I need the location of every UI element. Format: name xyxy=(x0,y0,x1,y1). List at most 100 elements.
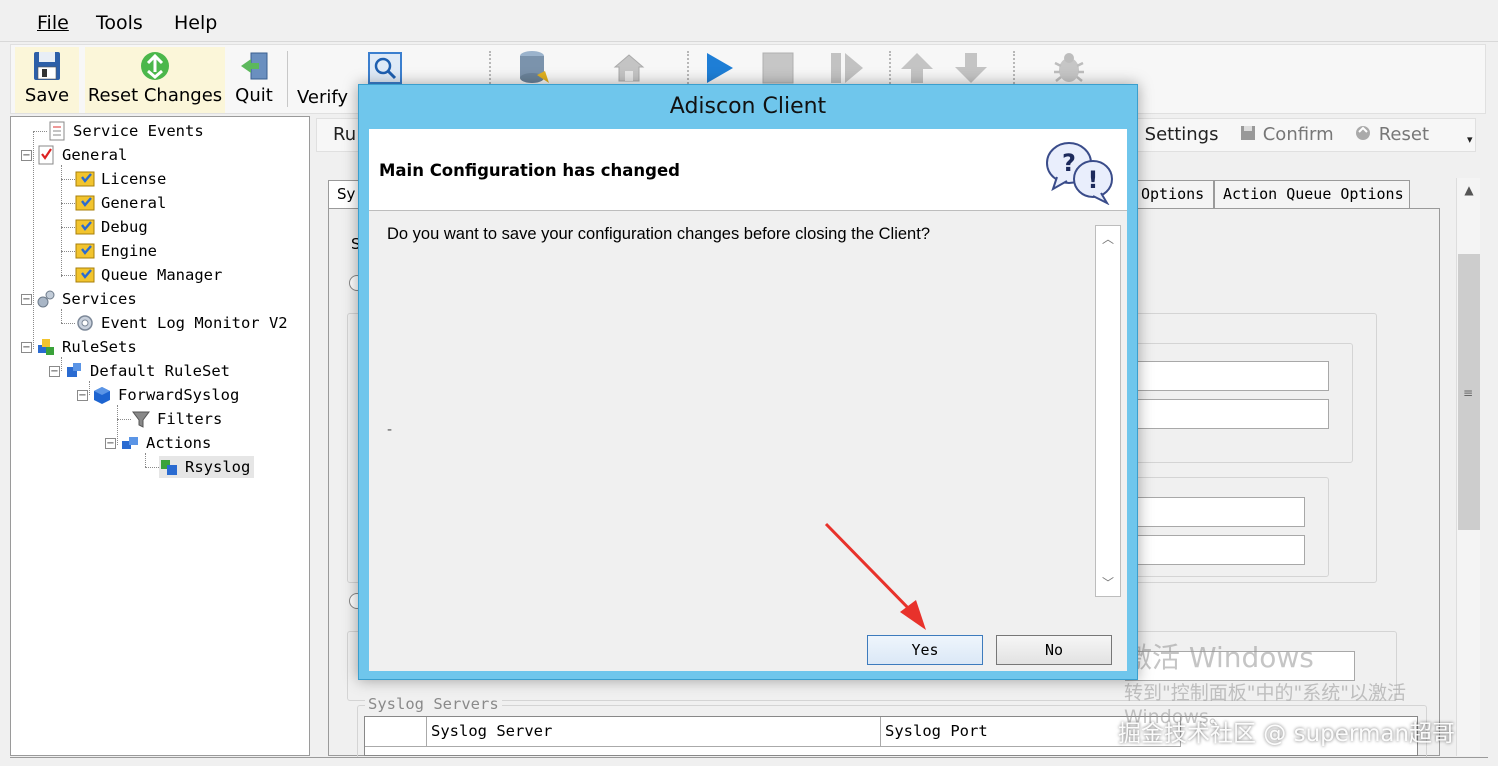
scroll-up-icon[interactable]: ▲ xyxy=(1457,178,1481,202)
credit-watermark: 掘金技术社区 @ superman超哥 xyxy=(1118,721,1456,747)
setting-input-4[interactable] xyxy=(1135,535,1305,565)
tree-item-label: License xyxy=(101,170,167,188)
tree-item-queue-manager[interactable]: Queue Manager xyxy=(75,264,222,286)
tree-item-label: General xyxy=(62,146,128,164)
tree-item-license[interactable]: License xyxy=(75,168,166,190)
save-button[interactable]: Save xyxy=(15,47,79,113)
tree-item-general-group[interactable]: − General xyxy=(21,144,127,166)
tree-item-service-events[interactable]: Service Events xyxy=(47,120,204,142)
tree-item-label: Queue Manager xyxy=(101,266,223,284)
save-changes-dialog: Adiscon Client Main Configuration has ch… xyxy=(358,84,1138,680)
scroll-up-icon[interactable]: ︿ xyxy=(1096,226,1120,252)
setting-input-3[interactable] xyxy=(1135,497,1305,527)
tree-item-label: Debug xyxy=(101,218,148,236)
svg-text:!: ! xyxy=(1088,166,1099,194)
tree-item-actions[interactable]: − Actions xyxy=(105,432,211,454)
activate-windows-title: 激活 Windows xyxy=(1124,641,1314,674)
status-bar xyxy=(10,757,1488,766)
reset-changes-button[interactable]: Reset Changes xyxy=(85,47,225,113)
floppy-disk-icon xyxy=(34,52,60,80)
dialog-header: Main Configuration has changed ? ! xyxy=(369,129,1127,211)
tree-item-services[interactable]: − Services xyxy=(21,288,137,310)
tab-action-queue-options[interactable]: Action Queue Options xyxy=(1214,180,1410,208)
dialog-header-text: Main Configuration has changed xyxy=(379,161,680,180)
menu-file[interactable]: File xyxy=(37,12,69,34)
dialog-dash: - xyxy=(387,422,393,438)
checklist-icon xyxy=(38,145,54,165)
scroll-down-icon[interactable]: ﹀ xyxy=(1096,570,1120,596)
service-events-icon xyxy=(49,121,65,141)
tree-item-label: Engine xyxy=(101,242,157,260)
tree-item-filters[interactable]: Filters xyxy=(131,408,222,430)
tree-item-label: Rsyslog xyxy=(185,458,251,476)
tree-item-label: Event Log Monitor V2 xyxy=(101,314,288,332)
tree-item-label: General xyxy=(101,194,167,212)
collapse-toggle[interactable]: − xyxy=(105,437,116,449)
dialog-body: Main Configuration has changed ? ! Do yo… xyxy=(369,129,1127,671)
tree-item-event-log-monitor[interactable]: Event Log Monitor V2 xyxy=(75,312,288,334)
floppy-disk-icon xyxy=(1241,126,1255,140)
collapse-toggle[interactable]: − xyxy=(77,389,88,401)
main-scrollbar[interactable]: ▲ ≡ xyxy=(1456,178,1480,756)
quit-button[interactable]: Quit xyxy=(229,47,279,113)
config-shield-icon xyxy=(75,267,95,283)
tree-item-rulesets[interactable]: − RuleSets xyxy=(21,336,137,358)
save-label: Save xyxy=(24,85,70,106)
setting-input-1[interactable] xyxy=(1135,361,1329,391)
config-shield-icon xyxy=(75,243,95,259)
overflow-chevron-icon[interactable]: ▾ xyxy=(1467,133,1473,146)
reset-changes-label: Reset Changes xyxy=(87,85,223,106)
yes-button[interactable]: Yes xyxy=(867,635,983,665)
dialog-message-area: Do you want to save your configuration c… xyxy=(375,217,1121,597)
recycle-icon xyxy=(1356,126,1370,140)
tree-item-label: RuleSets xyxy=(62,338,137,356)
rsyslog-action-icon xyxy=(161,460,177,475)
configuration-tree[interactable]: Service Events − General License General… xyxy=(10,116,310,756)
tree-item-forwardsyslog[interactable]: − ForwardSyslog xyxy=(77,384,239,406)
no-button[interactable]: No xyxy=(996,635,1112,665)
ruleset-icon xyxy=(67,363,81,377)
rulesets-icon xyxy=(38,339,54,355)
verify-label: Verify xyxy=(297,87,349,108)
toolbar-separator xyxy=(287,51,288,107)
tree-item-label: Service Events xyxy=(73,122,204,140)
question-exclamation-icon: ? ! xyxy=(1046,142,1113,205)
quit-label: Quit xyxy=(235,85,273,106)
config-shield-icon xyxy=(75,195,95,211)
tree-item-engine[interactable]: Engine xyxy=(75,240,157,262)
confirm-button[interactable]: Confirm xyxy=(1239,124,1334,145)
dialog-scrollbar[interactable]: ︿ ﹀ xyxy=(1095,225,1121,597)
collapse-toggle[interactable]: − xyxy=(21,149,32,161)
verify-button[interactable]: Verify xyxy=(297,47,357,113)
tree-item-label: Default RuleSet xyxy=(90,362,230,380)
grip-icon: ≡ xyxy=(1463,386,1474,400)
tree-item-label: Actions xyxy=(146,434,212,452)
database-icon[interactable] xyxy=(517,49,551,89)
rule-label: Ru xyxy=(333,124,357,145)
collapse-toggle[interactable]: − xyxy=(49,365,60,377)
tree-item-debug[interactable]: Debug xyxy=(75,216,148,238)
grid-row-header xyxy=(365,717,427,747)
tree-item-general[interactable]: General xyxy=(75,192,166,214)
reset-button[interactable]: Reset xyxy=(1353,124,1429,145)
collapse-toggle[interactable]: − xyxy=(21,341,32,353)
tree-item-label: Filters xyxy=(157,410,223,428)
activate-windows-subtitle: 转到"控制面板"中的"系统"以激活 xyxy=(1124,682,1406,704)
grid-col-syslog-server[interactable]: Syslog Server xyxy=(427,717,881,747)
setting-input-2[interactable] xyxy=(1135,399,1329,429)
config-shield-icon xyxy=(75,171,95,187)
rule-cube-icon xyxy=(94,387,110,404)
tree-item-rsyslog[interactable]: Rsyslog xyxy=(159,456,255,478)
tree-item-label: Services xyxy=(62,290,137,308)
collapse-toggle[interactable]: − xyxy=(21,293,32,305)
settings-button[interactable]: ▯ Settings xyxy=(1129,124,1218,145)
menu-help[interactable]: Help xyxy=(174,12,217,34)
actions-icon xyxy=(122,437,138,449)
exit-door-icon xyxy=(241,52,268,80)
tree-item-default-ruleset[interactable]: − Default RuleSet xyxy=(49,360,230,382)
gear-icon xyxy=(77,315,93,331)
menu-tools[interactable]: Tools xyxy=(96,12,143,34)
tab-options[interactable]: Options xyxy=(1132,180,1214,208)
dialog-title: Adiscon Client xyxy=(669,94,827,119)
svg-text:?: ? xyxy=(1062,149,1076,177)
